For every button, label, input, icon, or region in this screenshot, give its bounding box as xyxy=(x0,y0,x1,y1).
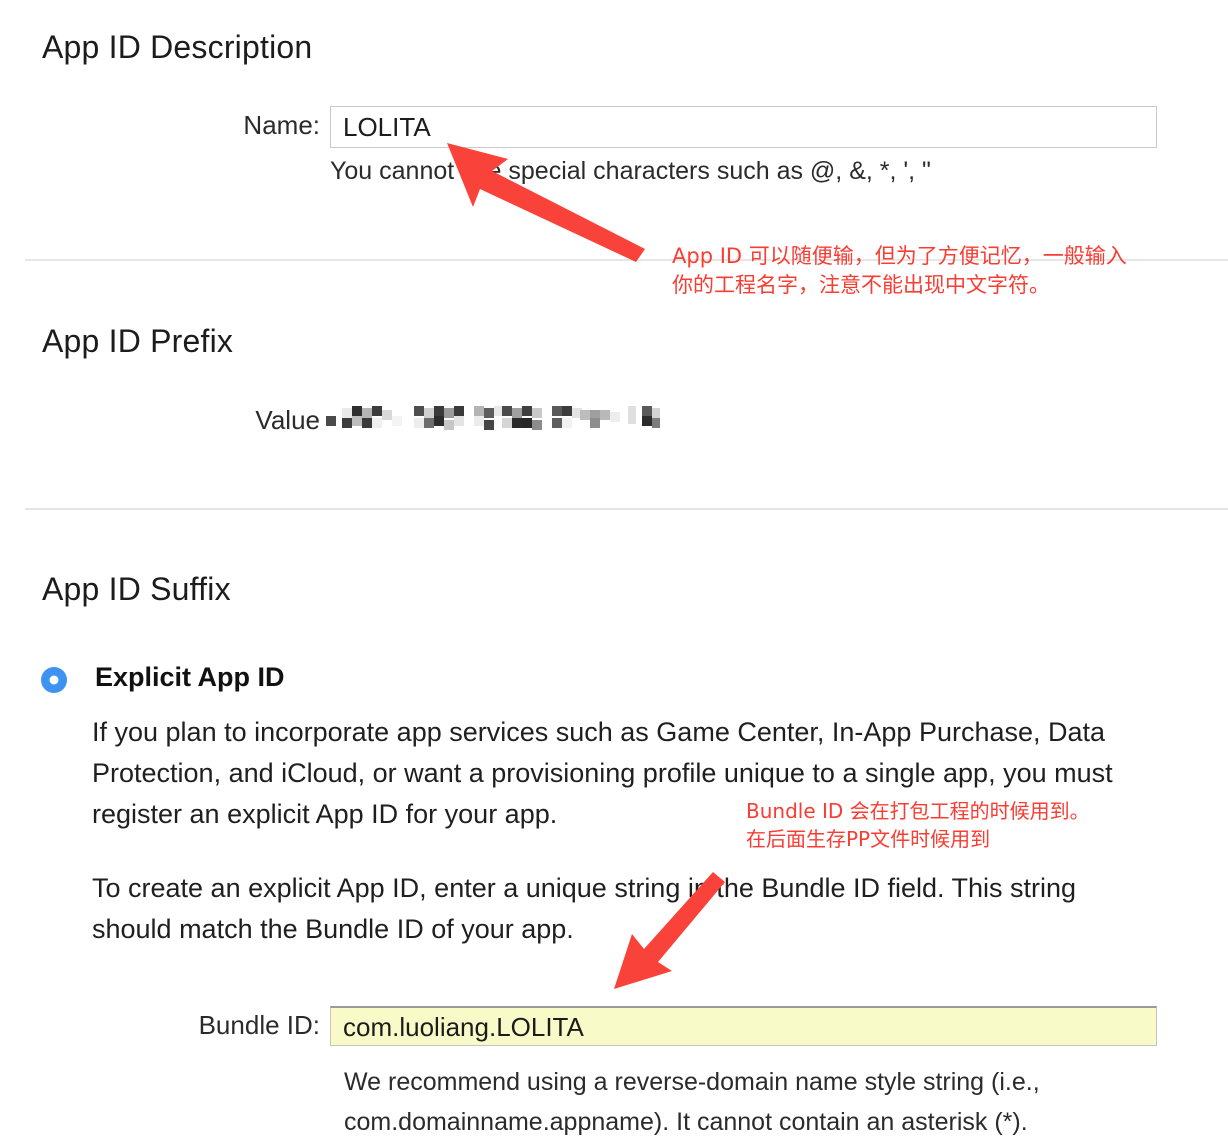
bundle-id-input[interactable] xyxy=(330,1006,1157,1046)
section-heading-app-id-suffix: App ID Suffix xyxy=(42,571,231,608)
name-input[interactable] xyxy=(330,106,1157,148)
app-id-registration-form: App ID Description Name: You cannot use … xyxy=(0,0,1228,1136)
paragraph2-line2: should match the Bundle ID of your app. xyxy=(92,914,574,944)
explicit-app-id-paragraph-2: To create an explicit App ID, enter a un… xyxy=(92,868,1076,950)
annotation-bundle-id-note: Bundle ID 会在打包工程的时候用到。 在后面生存PP文件时候用到 xyxy=(746,797,1090,853)
bundle-id-field-label: Bundle ID: xyxy=(198,1010,320,1040)
name-help-text: You cannot use special characters such a… xyxy=(330,157,931,185)
bundle-help-line2: com.domainname.appname). It cannot conta… xyxy=(344,1108,1028,1136)
annotation-bundle-id-note-line1: Bundle ID 会在打包工程的时候用到。 xyxy=(746,799,1090,823)
bundle-help-line1: We recommend using a reverse-domain name… xyxy=(344,1068,1040,1096)
annotation-app-id-note: App ID 可以随便输，但为了方便记忆，一般输入 你的工程名字，注意不能出现中… xyxy=(672,242,1127,300)
annotation-app-id-note-line1: App ID 可以随便输，但为了方便记忆，一般输入 xyxy=(672,244,1127,268)
radio-option-label: Explicit App ID xyxy=(95,662,285,692)
annotation-bundle-id-note-line2: 在后面生存PP文件时候用到 xyxy=(746,827,991,851)
prefix-value-label: Value xyxy=(255,405,320,435)
paragraph2-line1: To create an explicit App ID, enter a un… xyxy=(92,873,1077,903)
section-heading-app-id-prefix: App ID Prefix xyxy=(42,323,234,360)
paragraph1-line3: register an explicit App ID for your app… xyxy=(92,799,558,829)
radio-selected-icon[interactable] xyxy=(41,667,67,693)
paragraph1-line2: Protection, and iCloud, or want a provis… xyxy=(92,758,1113,788)
bundle-id-help-text: We recommend using a reverse-domain name… xyxy=(344,1062,1040,1136)
section-heading-app-id-description: App ID Description xyxy=(42,29,313,66)
divider-after-prefix xyxy=(25,508,1228,510)
annotation-app-id-note-line2: 你的工程名字，注意不能出现中文字符。 xyxy=(672,273,1050,297)
prefix-value-redacted xyxy=(326,406,660,430)
name-field-label: Name: xyxy=(243,110,320,140)
paragraph1-line1: If you plan to incorporate app services … xyxy=(92,717,1106,747)
